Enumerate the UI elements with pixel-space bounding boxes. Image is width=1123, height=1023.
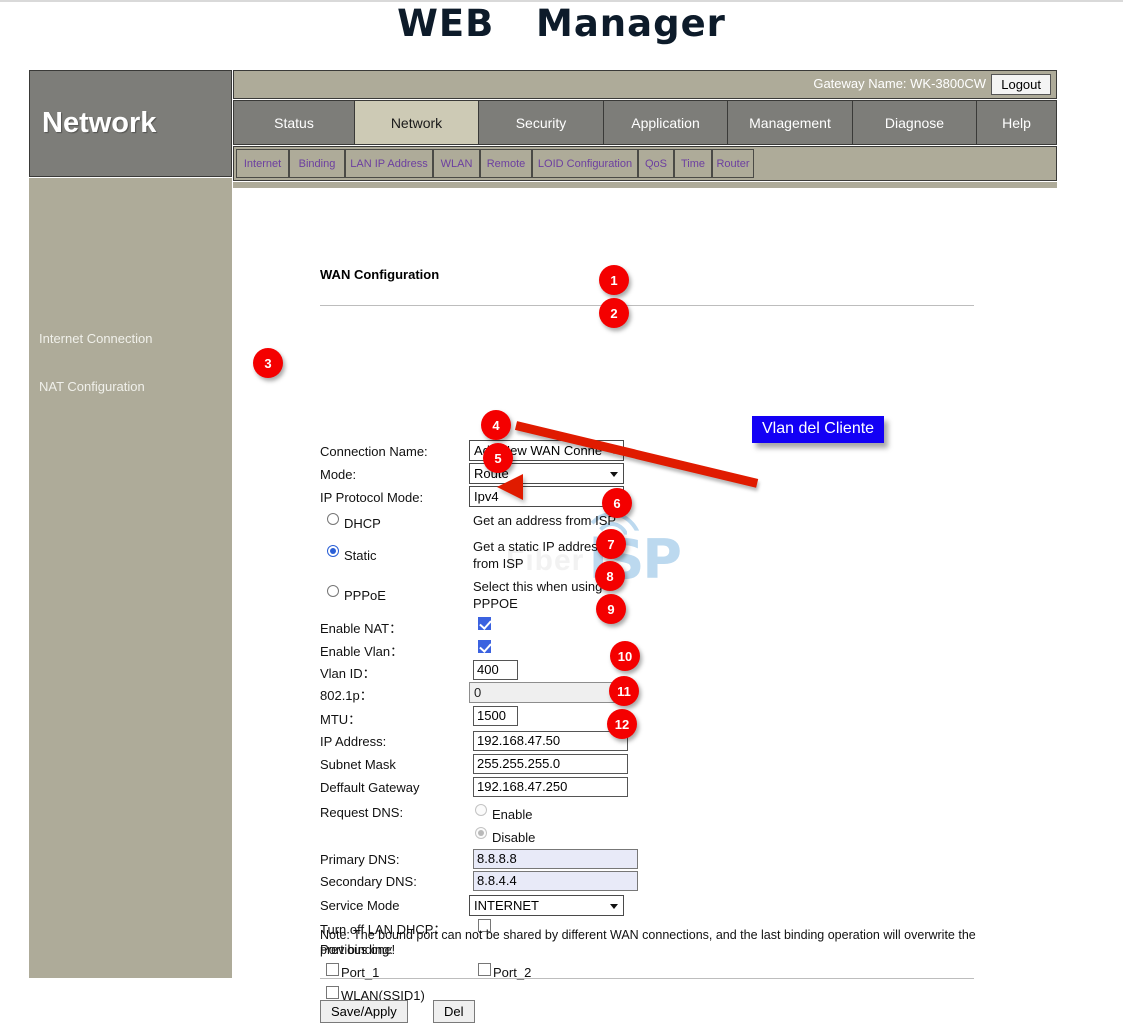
annotation-badge-10: 10: [610, 641, 640, 671]
annotation-badge-11: 11: [609, 676, 639, 706]
service-mode-select[interactable]: INTERNET: [469, 895, 624, 916]
divider-bottom: [320, 978, 974, 979]
label-static: Static: [344, 548, 377, 563]
vlan-id-input[interactable]: 400: [473, 660, 518, 680]
label-connection-name: Connection Name:: [320, 444, 428, 459]
sidebar: Internet Connection NAT Configuration: [29, 178, 232, 978]
subtab-qos[interactable]: QoS: [638, 149, 674, 178]
sidebar-item-nat-configuration[interactable]: NAT Configuration: [39, 379, 145, 394]
label-mode: Mode:: [320, 467, 356, 482]
brand-panel: Network: [29, 70, 232, 177]
sidebar-item-internet-connection[interactable]: Internet Connection: [39, 331, 152, 346]
label-default-gateway: Deffault Gateway: [320, 780, 419, 795]
annotation-badge-8: 8: [595, 561, 625, 591]
mtu-input[interactable]: 1500: [473, 706, 518, 726]
subtab-loid-configuration[interactable]: LOID Configuration: [532, 149, 638, 178]
annotation-badge-2: 2: [599, 298, 629, 328]
label-ip-address: IP Address:: [320, 734, 386, 749]
wan-type-radio-dhcp[interactable]: [327, 513, 339, 525]
label-request-dns-enable: Enable: [492, 807, 532, 822]
wan-type-radio-static[interactable]: [327, 545, 339, 557]
save-apply-button[interactable]: Save/Apply: [320, 1000, 408, 1023]
label-vlan-id: Vlan ID：: [320, 663, 376, 682]
label-ip-protocol-mode: IP Protocol Mode:: [320, 490, 423, 505]
secondary-dns-input[interactable]: 8.8.4.4: [473, 871, 638, 891]
ip-address-input[interactable]: 192.168.47.50: [473, 731, 628, 751]
logout-button[interactable]: Logout: [991, 74, 1051, 95]
subtab-internet[interactable]: Internet: [236, 149, 289, 178]
annotation-badge-9: 9: [596, 594, 626, 624]
subtab-binding[interactable]: Binding: [289, 149, 345, 178]
annotation-badge-7: 7: [596, 529, 626, 559]
label-service-mode: Service Mode: [320, 898, 399, 913]
form-title: WAN Configuration: [320, 267, 439, 282]
label-subnet-mask: Subnet Mask: [320, 757, 396, 772]
subtab-lan-ip-address[interactable]: LAN IP Address: [345, 149, 433, 178]
annotation-badge-4: 4: [481, 410, 511, 440]
main-tabbar: Status Network Security Application Mana…: [233, 100, 1057, 145]
content-panel: Fiber iSP WAN Configuration Connection N…: [233, 188, 1057, 978]
router-admin-window: Network Internet Connection NAT Configur…: [29, 70, 1057, 978]
gateway-name: Gateway Name: WK-3800CW: [813, 76, 986, 91]
annotation-badge-12: 12: [607, 709, 637, 739]
vlan-callout-label: Vlan del Cliente: [752, 416, 884, 443]
tab-diagnose[interactable]: Diagnose: [853, 101, 977, 144]
label-dot1p: 802.1p：: [320, 685, 373, 704]
label-primary-dns: Primary DNS:: [320, 852, 399, 867]
tab-management[interactable]: Management: [728, 101, 853, 144]
header-bar: Gateway Name: WK-3800CW Logout: [233, 70, 1057, 99]
label-enable-nat: Enable NAT：: [320, 618, 402, 637]
subnet-mask-input[interactable]: 255.255.255.0: [473, 754, 628, 774]
request-dns-radio-disable[interactable]: [475, 827, 487, 839]
label-secondary-dns: Secondary DNS:: [320, 874, 417, 889]
request-dns-radio-enable[interactable]: [475, 804, 487, 816]
subtab-time[interactable]: Time: [674, 149, 712, 178]
subtab-router[interactable]: Router: [712, 149, 754, 178]
callout-arrow-head: [497, 474, 523, 500]
annotation-badge-3: 3: [253, 348, 283, 378]
label-enable-vlan: Enable Vlan：: [320, 641, 403, 660]
annotation-badge-6: 6: [602, 488, 632, 518]
subtab-remote[interactable]: Remote: [480, 149, 532, 178]
primary-dns-input[interactable]: 8.8.8.8: [473, 849, 638, 869]
subtab-wlan[interactable]: WLAN: [433, 149, 480, 178]
brand-label: Network: [42, 107, 156, 140]
annotation-badge-1: 1: [599, 265, 629, 295]
hint-dhcp: Get an address from ISP: [473, 513, 616, 528]
enable-nat-checkbox[interactable]: [478, 617, 491, 630]
ip-protocol-mode-select[interactable]: Ipv4: [469, 486, 624, 507]
label-request-dns-disable: Disable: [492, 830, 535, 845]
port-2-checkbox[interactable]: [478, 963, 491, 976]
label-mtu: MTU：: [320, 709, 361, 728]
wan-type-radio-pppoe[interactable]: [327, 585, 339, 597]
tab-application[interactable]: Application: [604, 101, 728, 144]
label-request-dns: Request DNS:: [320, 805, 403, 820]
default-gateway-input[interactable]: 192.168.47.250: [473, 777, 628, 797]
wlan-ssid1-checkbox[interactable]: [326, 986, 339, 999]
page-title: WEB Manager: [0, 2, 1123, 45]
label-dhcp: DHCP: [344, 516, 381, 531]
tab-help[interactable]: Help: [977, 101, 1056, 144]
tab-network[interactable]: Network: [355, 101, 479, 144]
tab-security[interactable]: Security: [479, 101, 604, 144]
tab-status[interactable]: Status: [234, 101, 355, 144]
enable-vlan-checkbox[interactable]: [478, 640, 491, 653]
annotation-badge-5: 5: [483, 443, 513, 473]
sub-tabbar: Internet Binding LAN IP Address WLAN Rem…: [233, 146, 1057, 181]
port-binding-note: Note: The bound port can not be shared b…: [320, 928, 980, 958]
port-1-checkbox[interactable]: [326, 963, 339, 976]
divider-top: [320, 305, 974, 306]
dot1p-select[interactable]: 0: [469, 682, 624, 703]
del-button[interactable]: Del: [433, 1000, 475, 1023]
label-pppoe: PPPoE: [344, 588, 386, 603]
